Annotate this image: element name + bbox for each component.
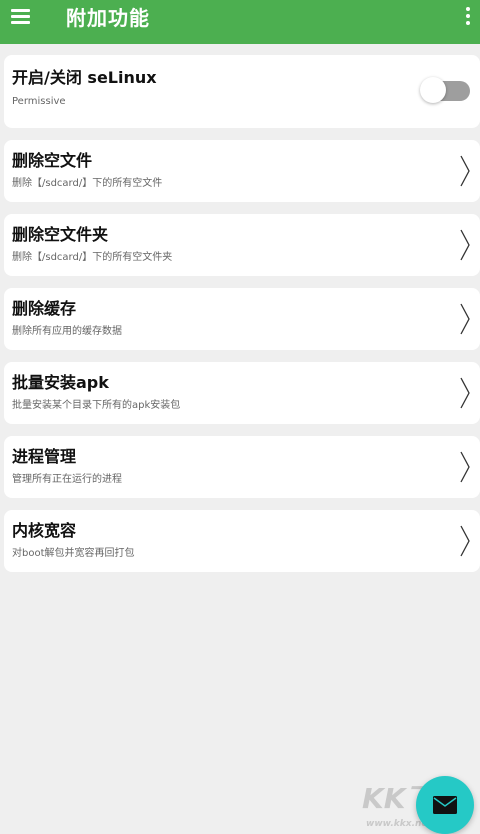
list-item-title: 进程管理 bbox=[12, 447, 77, 466]
list-item-title: 删除缓存 bbox=[12, 299, 77, 318]
selinux-title: 开启/关闭 seLinux bbox=[12, 68, 157, 87]
list-item-subtitle: 删除【/sdcard/】下的所有空文件 bbox=[12, 178, 163, 189]
chevron-right-icon bbox=[460, 525, 470, 557]
chevron-right-icon bbox=[460, 229, 470, 261]
list-item-subtitle: 批量安装某个目录下所有的apk安装包 bbox=[12, 400, 181, 411]
list-item-delete-cache[interactable]: 删除缓存 删除所有应用的缓存数据 bbox=[4, 288, 480, 350]
more-vert-icon[interactable] bbox=[462, 6, 474, 28]
list-item-subtitle: 管理所有正在运行的进程 bbox=[12, 474, 122, 485]
selinux-card[interactable]: 开启/关闭 seLinux Permissive bbox=[4, 55, 480, 128]
selinux-toggle[interactable] bbox=[420, 77, 470, 105]
list-item-subtitle: 删除【/sdcard/】下的所有空文件夹 bbox=[12, 252, 173, 263]
list-item-title: 删除空文件 bbox=[12, 151, 93, 170]
list-item-batch-install-apk[interactable]: 批量安装apk 批量安装某个目录下所有的apk安装包 bbox=[4, 362, 480, 424]
chevron-right-icon bbox=[460, 451, 470, 483]
list-item-subtitle: 删除所有应用的缓存数据 bbox=[12, 326, 122, 337]
list-item-title: 内核宽容 bbox=[12, 521, 77, 540]
menu-icon[interactable] bbox=[8, 6, 36, 34]
page-title: 附加功能 bbox=[66, 6, 150, 30]
chevron-right-icon bbox=[460, 303, 470, 335]
selinux-status: Permissive bbox=[12, 96, 66, 107]
list-item-title: 批量安装apk bbox=[12, 373, 109, 392]
chevron-right-icon bbox=[460, 377, 470, 409]
mail-icon bbox=[433, 796, 457, 814]
list-item-delete-empty-folders[interactable]: 删除空文件夹 删除【/sdcard/】下的所有空文件夹 bbox=[4, 214, 480, 276]
app-bar: 附加功能 bbox=[0, 0, 480, 44]
list-item-delete-empty-files[interactable]: 删除空文件 删除【/sdcard/】下的所有空文件 bbox=[4, 140, 480, 202]
list-item-process-manager[interactable]: 进程管理 管理所有正在运行的进程 bbox=[4, 436, 480, 498]
list-item-title: 删除空文件夹 bbox=[12, 225, 109, 244]
list-item-kernel-permissive[interactable]: 内核宽容 对boot解包并宽容再回打包 bbox=[4, 510, 480, 572]
list-item-subtitle: 对boot解包并宽容再回打包 bbox=[12, 548, 135, 559]
chevron-right-icon bbox=[460, 155, 470, 187]
toggle-thumb bbox=[420, 77, 446, 103]
mail-fab-button[interactable] bbox=[416, 776, 474, 834]
